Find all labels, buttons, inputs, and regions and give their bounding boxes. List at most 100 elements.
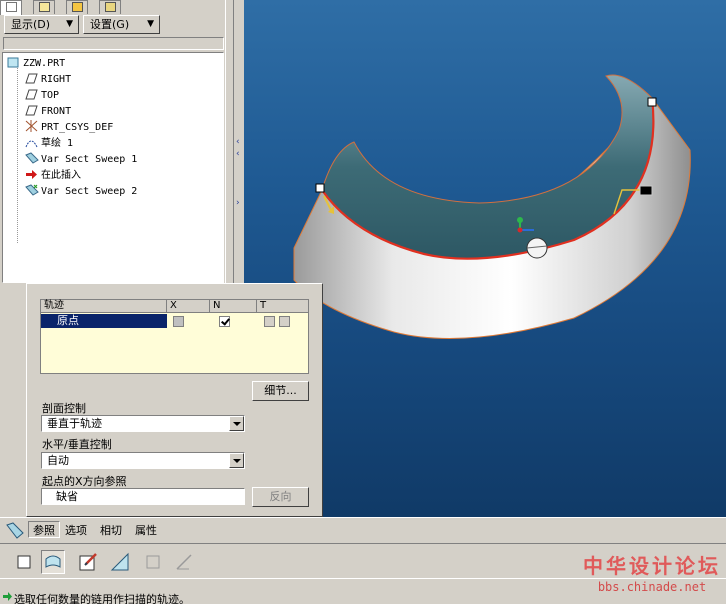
disabled-tool-button — [172, 550, 196, 574]
tree-item-label: RIGHT — [41, 74, 72, 85]
solid-icon — [17, 555, 31, 569]
datum-plane-icon — [25, 73, 38, 84]
section-control-label: 剖面控制 — [42, 402, 86, 415]
watermark-url: bbs.chinade.net — [597, 580, 707, 594]
datum-plane-icon — [25, 105, 38, 116]
csys-z-tip — [517, 217, 523, 223]
tree-item-label: Var Sect Sweep 2 — [41, 186, 138, 197]
navigator-tabs — [0, 0, 230, 15]
sketch-icon — [25, 137, 38, 148]
chevron-down-icon[interactable] — [229, 453, 244, 468]
model-tree[interactable]: ZZW.PRT RIGHT TOP FRONT PRT_CSYS_DEF 草绘 … — [2, 52, 224, 283]
tree-scrollbar[interactable] — [225, 0, 233, 290]
hv-control-label: 水平/垂直控制 — [42, 438, 112, 451]
tree-item-top[interactable]: TOP — [25, 88, 59, 103]
tree-filter-bar[interactable] — [3, 37, 224, 50]
tree-item-sweep-2[interactable]: Var Sect Sweep 2 — [25, 184, 137, 199]
tree-item-insert-here[interactable]: 在此插入 — [25, 168, 81, 183]
tree-item-sketch[interactable]: 草绘 1 — [25, 136, 73, 151]
tab-references[interactable]: 参照 — [28, 521, 60, 538]
surface-button[interactable] — [41, 550, 65, 574]
settings-menu-label: 设置(G) — [90, 18, 130, 31]
tree-item-label: PRT_CSYS_DEF — [41, 122, 114, 133]
watermark-title: 中华设计论坛 — [583, 554, 721, 578]
display-menu-button[interactable]: 显示(D) ▼ — [4, 15, 79, 34]
model-tree-icon — [6, 2, 17, 12]
part-icon — [7, 57, 20, 68]
tree-item-part[interactable]: ZZW.PRT — [7, 56, 65, 71]
tab-folder-browser[interactable] — [33, 0, 55, 14]
settings-menu-button[interactable]: 设置(G) ▼ — [83, 15, 160, 34]
remove-material-button[interactable] — [108, 550, 132, 574]
trajectory-name[interactable]: 原点 — [41, 314, 167, 328]
status-arrow-icon — [3, 592, 12, 601]
tab-properties[interactable]: 属性 — [131, 522, 161, 539]
start-handle — [315, 183, 325, 193]
hv-control-value: 自动 — [47, 454, 69, 467]
sketch-edit-button[interactable] — [76, 550, 100, 574]
favorites-icon — [72, 2, 83, 12]
references-panel: 轨迹 X N T 原点 细节... 剖面控制 垂直于轨迹 水平/垂直控制 自动 … — [26, 283, 323, 517]
tree-item-label: TOP — [41, 90, 60, 101]
tree-item-right[interactable]: RIGHT — [25, 72, 71, 87]
thicken-icon — [146, 555, 160, 569]
tree-item-csys[interactable]: PRT_CSYS_DEF — [25, 120, 113, 135]
end-handle — [647, 97, 657, 107]
chevron-down-icon: ▼ — [66, 19, 73, 29]
sweep-feature-icon — [6, 522, 24, 539]
tree-item-label: ZZW.PRT — [23, 58, 66, 69]
origin-label-tag — [639, 185, 653, 196]
chevron-left-icon[interactable]: ‹ — [236, 149, 240, 159]
trajectory-table[interactable]: 轨迹 X N T 原点 — [40, 299, 309, 374]
tree-connector — [17, 65, 18, 243]
history-icon — [105, 2, 116, 12]
disabled-icon — [176, 554, 192, 570]
solid-button[interactable] — [12, 550, 36, 574]
display-menu-label: 显示(D) — [11, 18, 51, 31]
flip-button: 反向 — [252, 487, 309, 507]
tab-favorites[interactable] — [66, 0, 88, 14]
chevron-down-icon: ▼ — [147, 19, 154, 29]
col-x: X — [167, 300, 210, 312]
tab-tangency[interactable]: 相切 — [96, 522, 126, 539]
t-box-2[interactable] — [279, 316, 290, 327]
sweep-icon — [25, 184, 39, 196]
col-trajectory: 轨迹 — [41, 300, 167, 312]
x-reference-field[interactable]: 缺省 — [41, 488, 245, 505]
col-n: N — [210, 300, 257, 312]
chevron-down-icon[interactable] — [229, 416, 244, 431]
details-button[interactable]: 细节... — [252, 381, 309, 401]
table-row[interactable]: 原点 — [41, 314, 308, 328]
chevron-left-icon[interactable]: ‹ — [236, 137, 240, 147]
section-control-select[interactable]: 垂直于轨迹 — [41, 415, 245, 432]
x-checkbox — [173, 316, 184, 327]
sweep-icon — [25, 152, 39, 164]
col-t: T — [260, 300, 267, 311]
tree-item-sweep-1[interactable]: Var Sect Sweep 1 — [25, 152, 137, 167]
dashboard-tabs: 参照 选项 相切 属性 — [0, 517, 726, 543]
tab-options[interactable]: 选项 — [61, 522, 91, 539]
sketch-edit-icon — [79, 553, 97, 571]
remove-material-icon — [110, 552, 129, 571]
tree-item-label: 在此插入 — [41, 170, 81, 181]
status-message: 选取任何数量的链用作扫描的轨迹。 — [14, 593, 190, 604]
watermark: 中华设计论坛 bbs.chinade.net — [582, 553, 722, 602]
section-control-value: 垂直于轨迹 — [47, 417, 102, 430]
trajectory-table-header: 轨迹 X N T — [41, 300, 308, 313]
t-box-1[interactable] — [264, 316, 275, 327]
tab-history[interactable] — [99, 0, 121, 14]
tree-item-label: Var Sect Sweep 1 — [41, 154, 138, 165]
tab-model-tree[interactable] — [0, 0, 22, 15]
surface-icon — [45, 555, 61, 568]
tree-item-label: 草绘 1 — [41, 138, 74, 149]
tree-item-front[interactable]: FRONT — [25, 104, 71, 119]
thicken-button — [141, 550, 165, 574]
tree-item-label: FRONT — [41, 106, 72, 117]
csys-origin — [517, 227, 523, 233]
insert-arrow-icon — [25, 169, 38, 180]
hv-control-select[interactable]: 自动 — [41, 452, 245, 469]
coordinate-system-icon — [25, 120, 38, 132]
x-reference-label: 起点的X方向参照 — [42, 475, 127, 488]
n-checkbox[interactable] — [219, 316, 230, 327]
chevron-right-icon[interactable]: › — [236, 198, 240, 208]
